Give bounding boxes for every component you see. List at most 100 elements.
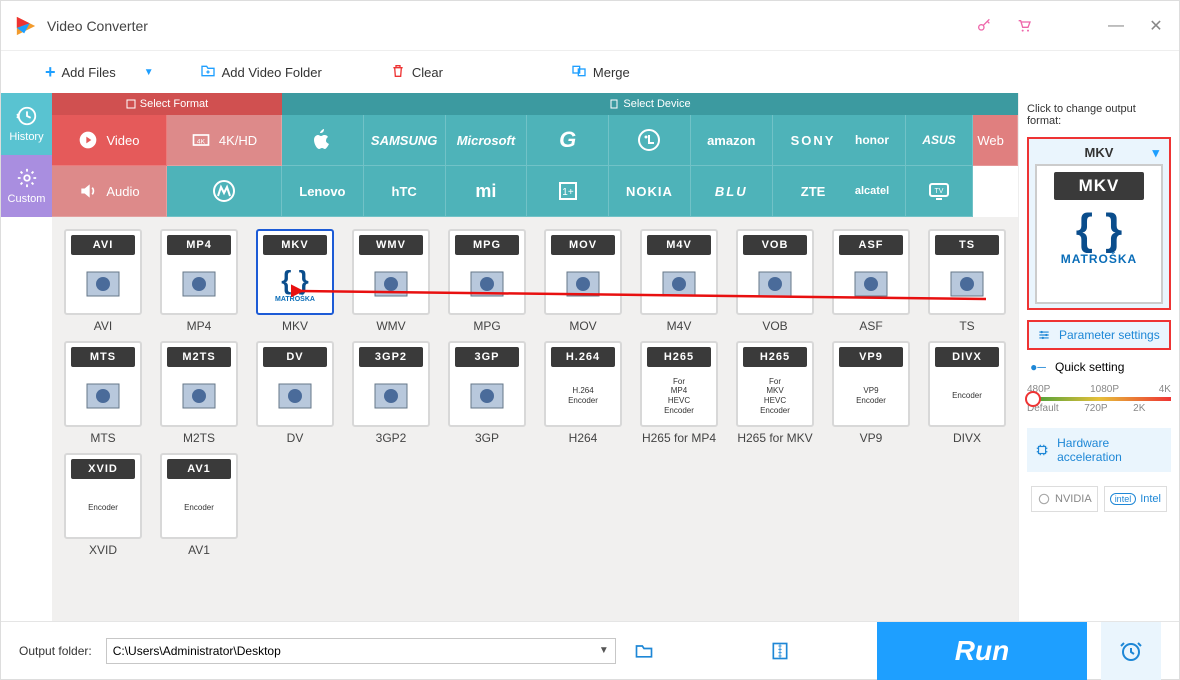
clear-button[interactable]: Clear xyxy=(382,59,451,86)
svg-text:4K: 4K xyxy=(197,138,206,145)
play-icon xyxy=(78,130,98,150)
brand-asus[interactable]: ASUS xyxy=(906,115,973,166)
key-icon[interactable] xyxy=(975,17,993,35)
brand-google[interactable]: G xyxy=(527,115,609,166)
format-h265-for-mp4[interactable]: H265ForMP4HEVCEncoderH265 for MP4 xyxy=(636,341,722,445)
format-h265-for-mkv[interactable]: H265ForMKVHEVCEncoderH265 for MKV xyxy=(732,341,818,445)
merge-icon xyxy=(571,63,587,82)
chevron-down-icon[interactable]: ▼ xyxy=(144,67,154,78)
format-m2ts[interactable]: M2TSM2TS xyxy=(156,341,242,445)
add-files-button[interactable]: + Add Files ▼ xyxy=(37,58,162,87)
format-vob[interactable]: VOBVOB xyxy=(732,229,818,333)
category-video[interactable]: Video xyxy=(52,115,167,166)
output-format-selector[interactable]: MKV MKV { } MATROŠKA xyxy=(1027,137,1171,310)
braces-icon: { } xyxy=(1076,208,1122,252)
brand-apple[interactable] xyxy=(282,115,364,166)
format-3gp[interactable]: 3GP3GP xyxy=(444,341,530,445)
format-divx[interactable]: DIVXEncoderDIVX xyxy=(924,341,1010,445)
close-button[interactable] xyxy=(1147,17,1165,35)
app-title: Video Converter xyxy=(47,18,975,34)
format-mp4[interactable]: MP4MP4 xyxy=(156,229,242,333)
format-asf[interactable]: ASFASF xyxy=(828,229,914,333)
history-icon xyxy=(16,105,38,127)
format-mts[interactable]: MTSMTS xyxy=(60,341,146,445)
brand-nokia[interactable]: NOKIA xyxy=(609,166,691,217)
format-mkv[interactable]: MKV{ }MATROŠKAMKV xyxy=(252,229,338,333)
format-m4v[interactable]: M4VM4V xyxy=(636,229,722,333)
brand-microsoft[interactable]: Microsoft xyxy=(446,115,528,166)
format-xvid[interactable]: XVIDEncoderXVID xyxy=(60,453,146,557)
format-mpg[interactable]: MPGMPG xyxy=(444,229,530,333)
app-logo-icon xyxy=(15,15,37,37)
format-wmv[interactable]: WMVWMV xyxy=(348,229,434,333)
moto-icon xyxy=(209,179,239,203)
format-h264[interactable]: H.264H.264EncoderH264 xyxy=(540,341,626,445)
category-audio[interactable]: Audio xyxy=(52,166,167,217)
sliders-icon xyxy=(1037,328,1051,342)
nvidia-chip[interactable]: NVIDIA xyxy=(1031,486,1098,512)
chip-icon xyxy=(1035,442,1049,458)
category-header: Select Format Select Device xyxy=(52,93,1018,115)
apple-icon xyxy=(307,128,337,152)
plus-icon: + xyxy=(45,62,56,83)
brand-blu[interactable]: BLU xyxy=(691,166,773,217)
brand-lg[interactable] xyxy=(609,115,691,166)
select-format-header: Select Format xyxy=(52,93,282,115)
custom-label: Custom xyxy=(8,193,46,205)
cart-icon[interactable] xyxy=(1015,17,1033,35)
merge-label: Merge xyxy=(593,65,630,80)
run-button[interactable]: Run xyxy=(877,622,1087,680)
open-folder-button[interactable] xyxy=(630,641,658,661)
format-av1[interactable]: AV1EncoderAV1 xyxy=(156,453,242,557)
oneplus-icon: 1+ xyxy=(553,179,583,203)
tv-icon: TV xyxy=(924,179,954,203)
format-grid: AVIAVIMP4MP4MKV{ }MATROŠKAMKVWMVWMVMPGMP… xyxy=(52,217,1018,621)
format-mov[interactable]: MOVMOV xyxy=(540,229,626,333)
trash-icon xyxy=(390,63,406,82)
hardware-accel-toggle[interactable]: Hardware acceleration xyxy=(1027,428,1171,472)
quality-slider[interactable]: 480P1080P4K Default720P2K xyxy=(1027,384,1171,418)
quick-setting-label: ●─ Quick setting xyxy=(1027,360,1171,374)
brand-alcatel[interactable]: alcatel xyxy=(839,166,906,217)
lg-icon xyxy=(634,128,664,152)
schedule-button[interactable] xyxy=(1101,622,1161,680)
brand-honor[interactable]: honor xyxy=(839,115,906,166)
slider-track[interactable] xyxy=(1027,397,1171,401)
right-panel: Click to change output format: MKV MKV {… xyxy=(1018,93,1179,621)
brand-samsung[interactable]: SAMSUNG xyxy=(364,115,446,166)
folder-plus-icon xyxy=(200,63,216,82)
titlebar: Video Converter xyxy=(1,1,1179,51)
select-device-header: Select Device xyxy=(282,93,1018,115)
brand-tv[interactable]: TV xyxy=(906,166,973,217)
toolbar: + Add Files ▼ Add Video Folder Clear Mer… xyxy=(1,51,1179,93)
brand-amazon[interactable]: amazon xyxy=(691,115,773,166)
output-folder-input[interactable]: C:\Users\Administrator\Desktop ▼ xyxy=(106,638,616,664)
brand-oneplus[interactable]: 1+ xyxy=(527,166,609,217)
parameter-settings-button[interactable]: Parameter settings xyxy=(1027,320,1171,350)
chevron-down-icon[interactable]: ▼ xyxy=(599,645,609,656)
format-dv[interactable]: DVDV xyxy=(252,341,338,445)
format-avi[interactable]: AVIAVI xyxy=(60,229,146,333)
custom-button[interactable]: Custom xyxy=(1,155,52,217)
merge-button[interactable]: Merge xyxy=(563,59,638,86)
category-4k[interactable]: 4K4K/HD xyxy=(167,115,282,166)
intel-chip[interactable]: intelIntel xyxy=(1104,486,1167,512)
minimize-button[interactable] xyxy=(1107,17,1125,35)
output-format-name[interactable]: MKV xyxy=(1033,145,1165,160)
output-folder-label: Output folder: xyxy=(19,644,92,658)
add-folder-button[interactable]: Add Video Folder xyxy=(192,59,330,86)
brand-xiaomi[interactable]: mi xyxy=(446,166,528,217)
nvidia-icon xyxy=(1037,492,1051,506)
svg-text:TV: TV xyxy=(935,188,944,195)
history-label: History xyxy=(9,131,43,143)
add-files-label: Add Files xyxy=(62,65,116,80)
alarm-icon xyxy=(1119,639,1143,663)
compress-button[interactable] xyxy=(766,641,794,661)
brand-motorola[interactable] xyxy=(167,166,282,217)
history-button[interactable]: History xyxy=(1,93,52,155)
brand-htc[interactable]: hTC xyxy=(364,166,446,217)
format-vp9[interactable]: VP9VP9EncoderVP9 xyxy=(828,341,914,445)
format-ts[interactable]: TSTS xyxy=(924,229,1010,333)
brand-lenovo[interactable]: Lenovo xyxy=(282,166,364,217)
format-3gp2[interactable]: 3GP23GP2 xyxy=(348,341,434,445)
